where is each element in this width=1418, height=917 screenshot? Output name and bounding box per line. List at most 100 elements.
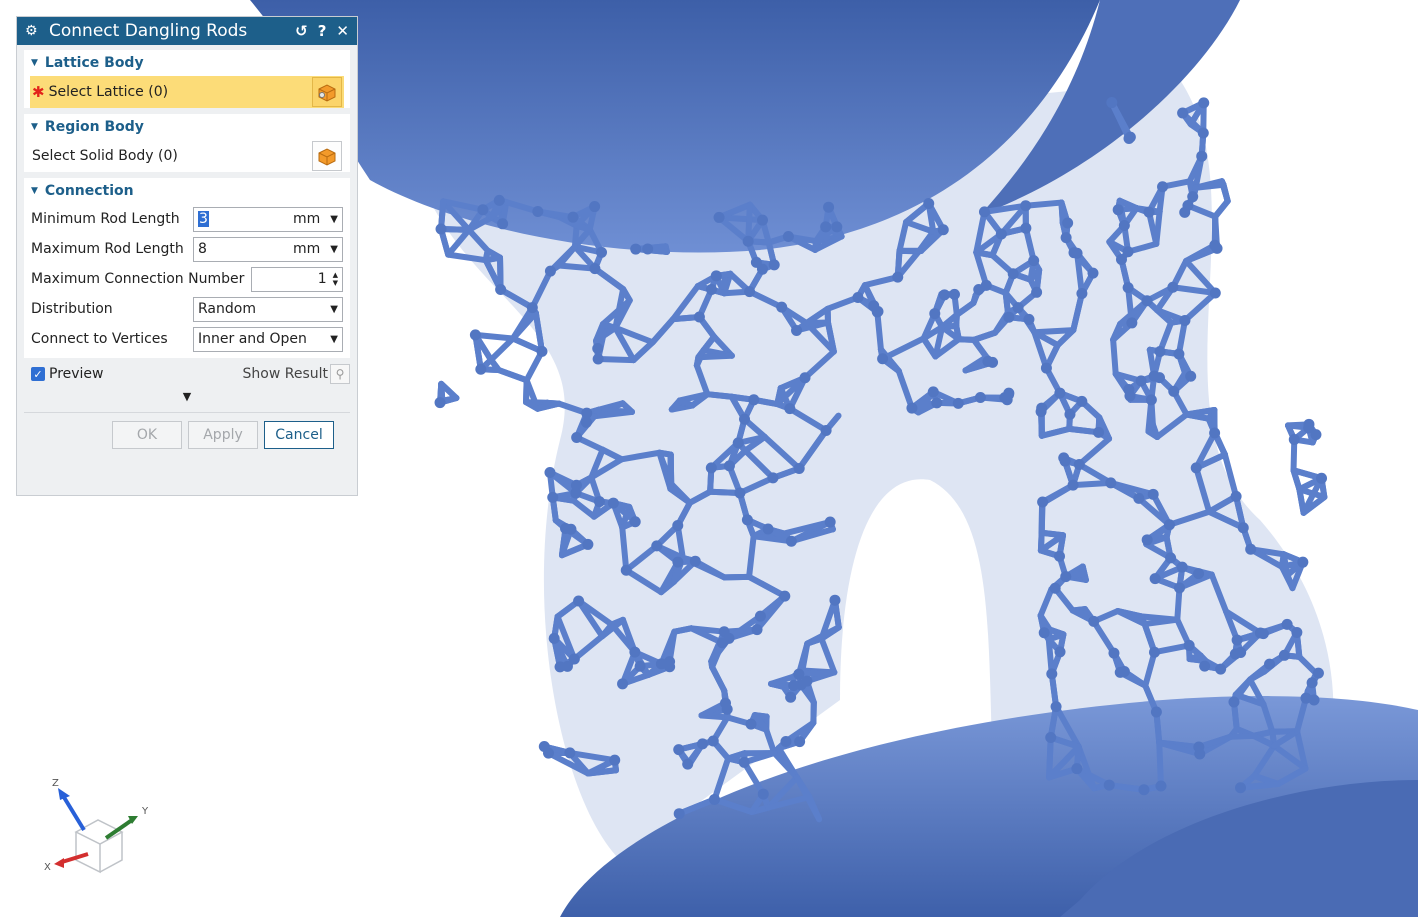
lattice-node (745, 718, 757, 730)
solid-body-icon[interactable] (312, 141, 342, 171)
dialog-title: Connect Dangling Rods (49, 21, 248, 41)
close-icon[interactable]: ✕ (336, 22, 349, 40)
lattice-node (1177, 107, 1189, 119)
lattice-node (629, 516, 641, 528)
lattice-node (554, 661, 566, 673)
lattice-node (580, 416, 592, 428)
lattice-node (1106, 97, 1118, 109)
lattice-node (1150, 706, 1162, 718)
lattice-rod (523, 377, 530, 406)
preview-checkbox[interactable]: ✓ (31, 367, 45, 381)
max-rod-length-input[interactable]: 8 mm ▼ (193, 236, 343, 262)
lattice-body-icon[interactable] (312, 77, 342, 107)
lattice-node (1141, 534, 1153, 546)
distribution-select[interactable]: Random ▼ (193, 296, 343, 322)
y-axis-icon (104, 818, 134, 840)
apply-button[interactable]: Apply (188, 421, 258, 449)
lattice-node (630, 243, 642, 255)
lattice-node (1112, 204, 1124, 216)
connection-header[interactable]: ▼ Connection (31, 178, 343, 204)
magnifier-icon[interactable]: ⚲ (330, 364, 350, 384)
lattice-node (1141, 295, 1153, 307)
connect-to-vertices-label: Connect to Vertices (31, 331, 168, 347)
lattice-node (1231, 634, 1243, 646)
help-icon[interactable]: ? (318, 22, 327, 40)
connect-to-vertices-select[interactable]: Inner and Open ▼ (193, 326, 343, 352)
lattice-node (739, 413, 751, 425)
lattice-node (526, 302, 538, 314)
lattice-node (868, 300, 880, 312)
lattice-node (1155, 780, 1167, 792)
dialog-titlebar[interactable]: ⚙ Connect Dangling Rods ↺ ? ✕ (17, 17, 357, 45)
lattice-node (1105, 477, 1117, 489)
lattice-rod (472, 331, 516, 342)
lattice-node (1297, 556, 1309, 568)
lattice-node (1135, 375, 1147, 387)
lattice-node (1228, 696, 1240, 708)
connection-header-label: Connection (44, 183, 134, 199)
max-rod-length-value: 8 (198, 241, 207, 257)
spinner-icon[interactable]: ▲ ▼ (333, 271, 338, 287)
lattice-node (544, 467, 556, 479)
lattice-node (776, 301, 788, 313)
lattice-node (937, 224, 949, 236)
lattice-node (751, 624, 763, 636)
connect-to-vertices-row: Connect to Vertices Inner and Open ▼ (31, 324, 343, 354)
lattice-node (477, 204, 489, 216)
lattice-node (1020, 200, 1032, 212)
lattice-node (1312, 667, 1324, 679)
lattice-node (1209, 239, 1221, 251)
min-rod-length-input[interactable]: 3 mm ▼ (193, 206, 343, 232)
lattice-node (544, 265, 556, 277)
unit-dropdown-icon[interactable]: ▼ (330, 244, 338, 255)
preview-row: ✓ Preview Show Result ⚲ (17, 358, 357, 390)
lattice-rod (619, 524, 630, 574)
lattice-node (1187, 191, 1199, 203)
lattice-node (1124, 131, 1136, 143)
select-solid-body-label: Select Solid Body (0) (32, 148, 178, 164)
ok-button[interactable]: OK (112, 421, 182, 449)
lattice-node (495, 283, 507, 295)
more-options-toggle[interactable]: ▼ (17, 390, 357, 412)
lattice-node (892, 271, 904, 283)
lattice-node (1076, 287, 1088, 299)
lattice-node (788, 679, 800, 691)
min-rod-length-unit: mm (293, 211, 321, 227)
lattice-node (1190, 462, 1202, 474)
x-axis-label: X (44, 862, 51, 873)
lattice-node (592, 353, 604, 365)
lattice-node (1067, 479, 1079, 491)
lattice-node (1257, 628, 1269, 640)
lattice-node (629, 646, 641, 658)
unit-dropdown-icon[interactable]: ▼ (330, 214, 338, 225)
lattice-node (593, 496, 605, 508)
lattice-body-header[interactable]: ▼ Lattice Body (31, 50, 343, 76)
lattice-node (723, 460, 735, 472)
lattice-node (1133, 492, 1145, 504)
lattice-node (829, 594, 841, 606)
lattice-rod (1237, 780, 1281, 791)
lattice-node (767, 472, 779, 484)
max-connection-number-input[interactable]: 1 ▲ ▼ (251, 266, 343, 292)
lattice-node (982, 355, 994, 367)
region-body-header[interactable]: ▼ Region Body (31, 114, 343, 140)
lattice-node (672, 520, 684, 532)
lattice-node (799, 372, 811, 384)
reset-icon[interactable]: ↺ (295, 22, 308, 40)
max-connection-number-value: 1 (317, 271, 327, 287)
x-axis-icon (61, 852, 89, 864)
lattice-node (673, 744, 685, 756)
lattice-rod (704, 391, 735, 400)
lattice-node (1245, 543, 1257, 555)
lattice-rod (874, 308, 884, 353)
lattice-node (732, 437, 744, 449)
lattice-node (582, 538, 594, 550)
lattice-node (1076, 395, 1088, 407)
select-solid-body-row[interactable]: Select Solid Body (0) (30, 140, 344, 172)
lattice-node (1122, 282, 1134, 294)
lattice-node (754, 610, 766, 622)
lattice-node (1157, 181, 1169, 193)
lattice-node (768, 259, 780, 271)
cancel-button[interactable]: Cancel (264, 421, 334, 449)
select-lattice-row[interactable]: ✱ Select Lattice (0) (30, 76, 344, 108)
